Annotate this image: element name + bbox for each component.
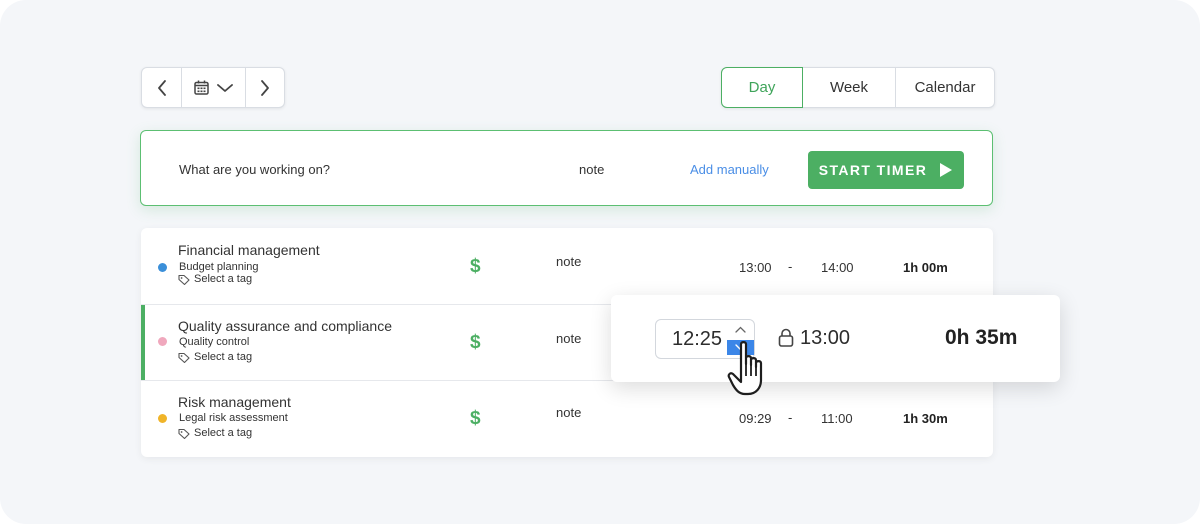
timer-bar: What are you working on? note Add manual… bbox=[140, 130, 993, 206]
popover-duration: 0h 35m bbox=[945, 326, 1018, 349]
chevron-right-icon bbox=[261, 79, 269, 96]
entry-note[interactable]: note bbox=[556, 331, 581, 346]
tag-icon bbox=[178, 352, 190, 363]
tab-week[interactable]: Week bbox=[803, 68, 896, 107]
app-canvas: Day Week Calendar What are you working o… bbox=[0, 0, 1200, 524]
entry-title: Financial management bbox=[178, 242, 320, 258]
chevron-left-icon bbox=[157, 79, 166, 96]
lock-icon[interactable] bbox=[778, 328, 794, 352]
hand-cursor-icon bbox=[727, 341, 763, 396]
project-color-dot bbox=[158, 337, 167, 346]
entry-subtitle: Budget planning bbox=[179, 261, 259, 273]
select-tag-label: Select a tag bbox=[194, 273, 253, 285]
billable-icon[interactable]: $ bbox=[470, 408, 481, 430]
entry-duration: 1h 00m bbox=[903, 260, 948, 275]
calendar-icon bbox=[194, 80, 209, 95]
project-color-dot bbox=[158, 263, 167, 272]
tag-icon bbox=[178, 274, 190, 285]
entry-end-time[interactable]: 11:00 bbox=[821, 411, 853, 426]
tab-calendar[interactable]: Calendar bbox=[896, 68, 994, 107]
time-entry-row[interactable]: Risk management Legal risk assessment Se… bbox=[141, 380, 993, 456]
entry-note[interactable]: note bbox=[556, 254, 581, 269]
entry-subtitle: Legal risk assessment bbox=[179, 412, 288, 424]
time-edit-popover: 12:25 13:00 0h 35m bbox=[611, 295, 1060, 382]
time-entry-row[interactable]: Financial management Budget planning Sel… bbox=[141, 228, 993, 304]
select-tag-button[interactable]: Select a tag bbox=[178, 351, 252, 363]
time-separator: - bbox=[788, 410, 793, 425]
increment-button[interactable] bbox=[730, 322, 750, 336]
chevron-up-icon bbox=[734, 326, 746, 333]
entry-subtitle: Quality control bbox=[179, 336, 250, 348]
select-tag-label: Select a tag bbox=[194, 351, 253, 363]
billable-icon[interactable]: $ bbox=[470, 332, 481, 354]
play-icon bbox=[940, 163, 953, 177]
timer-note-field[interactable]: note bbox=[579, 162, 604, 177]
select-tag-button[interactable]: Select a tag bbox=[178, 273, 252, 285]
end-time-value[interactable]: 13:00 bbox=[800, 327, 850, 350]
start-time-value: 12:25 bbox=[672, 328, 723, 350]
select-tag-button[interactable]: Select a tag bbox=[178, 427, 252, 439]
billable-icon[interactable]: $ bbox=[470, 256, 481, 278]
start-timer-button[interactable]: START TIMER bbox=[808, 151, 964, 189]
tab-day[interactable]: Day bbox=[721, 67, 803, 108]
view-switch: Day Week Calendar bbox=[721, 67, 995, 108]
entry-note[interactable]: note bbox=[556, 405, 581, 420]
select-tag-label: Select a tag bbox=[194, 427, 253, 439]
date-picker-button[interactable] bbox=[182, 68, 246, 107]
entry-title: Quality assurance and compliance bbox=[178, 318, 393, 334]
entry-start-time[interactable]: 13:00 bbox=[739, 260, 772, 275]
entry-duration: 1h 30m bbox=[903, 411, 948, 426]
project-color-dot bbox=[158, 414, 167, 423]
chevron-down-icon bbox=[217, 83, 233, 92]
add-manually-link[interactable]: Add manually bbox=[690, 162, 769, 177]
tag-icon bbox=[178, 428, 190, 439]
entry-title: Risk management bbox=[178, 394, 291, 410]
start-timer-label: START TIMER bbox=[818, 162, 928, 178]
previous-day-button[interactable] bbox=[142, 68, 182, 107]
description-input[interactable]: What are you working on? bbox=[179, 162, 330, 177]
date-navigator bbox=[141, 67, 285, 108]
time-separator: - bbox=[788, 259, 793, 274]
next-day-button[interactable] bbox=[246, 68, 284, 107]
entry-end-time[interactable]: 14:00 bbox=[821, 260, 854, 275]
entry-start-time[interactable]: 09:29 bbox=[739, 411, 772, 426]
